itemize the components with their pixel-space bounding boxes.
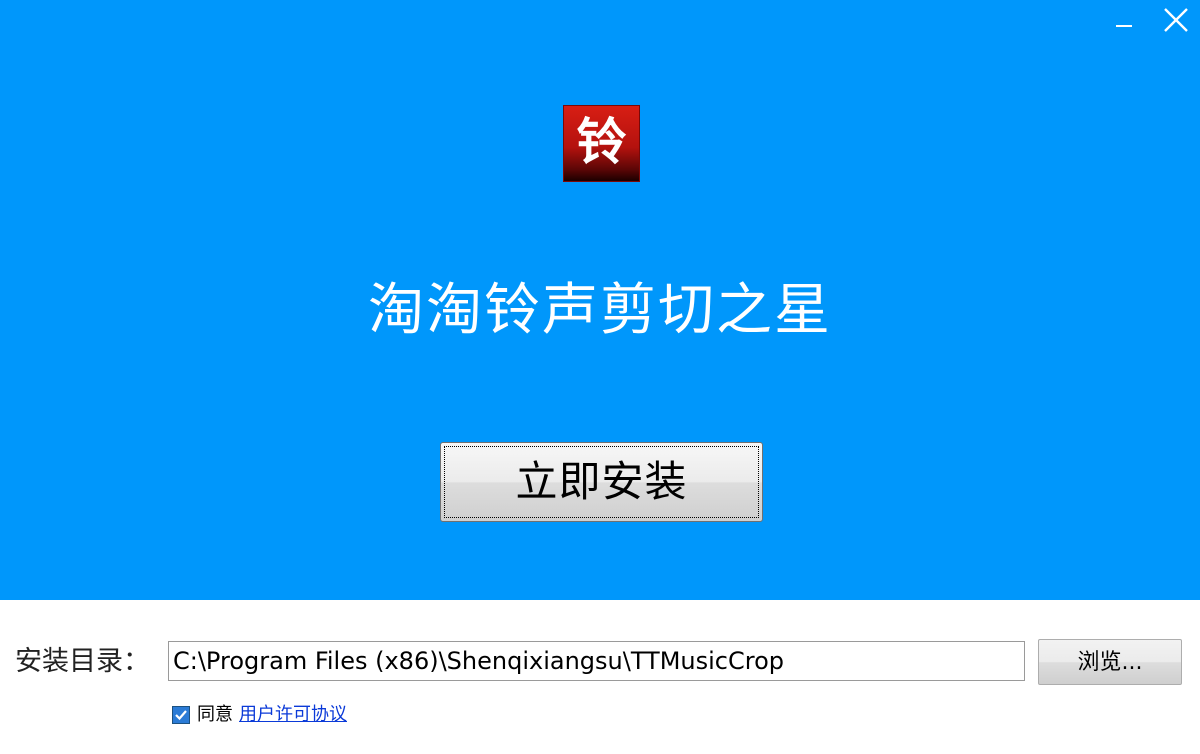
minimize-button[interactable]: [1102, 0, 1148, 40]
install-dir-input[interactable]: [168, 641, 1025, 681]
app-logo-icon: 铃: [563, 105, 640, 182]
install-now-button[interactable]: 立即安装: [440, 442, 763, 522]
license-agreement-link[interactable]: 用户许可协议: [239, 702, 347, 728]
browse-label: 浏览...: [1077, 650, 1143, 675]
header-panel: 铃 淘淘铃声剪切之星 立即安装: [0, 0, 1200, 600]
app-logo-char: 铃: [576, 112, 627, 171]
close-icon: [1164, 8, 1188, 32]
app-title: 淘淘铃声剪切之星: [368, 278, 832, 343]
agree-checkbox[interactable]: [172, 706, 190, 724]
browse-button[interactable]: 浏览...: [1038, 639, 1182, 685]
install-now-label: 立即安装: [515, 457, 688, 506]
close-button[interactable]: [1152, 0, 1198, 40]
install-dir-label: 安装目录：: [15, 646, 150, 677]
agree-label: 同意: [197, 704, 233, 725]
checkmark-icon: [175, 710, 187, 721]
installer-window: 铃 淘淘铃声剪切之星 立即安装 安装目录： 浏览... 同意 用户许可协议: [0, 0, 1200, 754]
